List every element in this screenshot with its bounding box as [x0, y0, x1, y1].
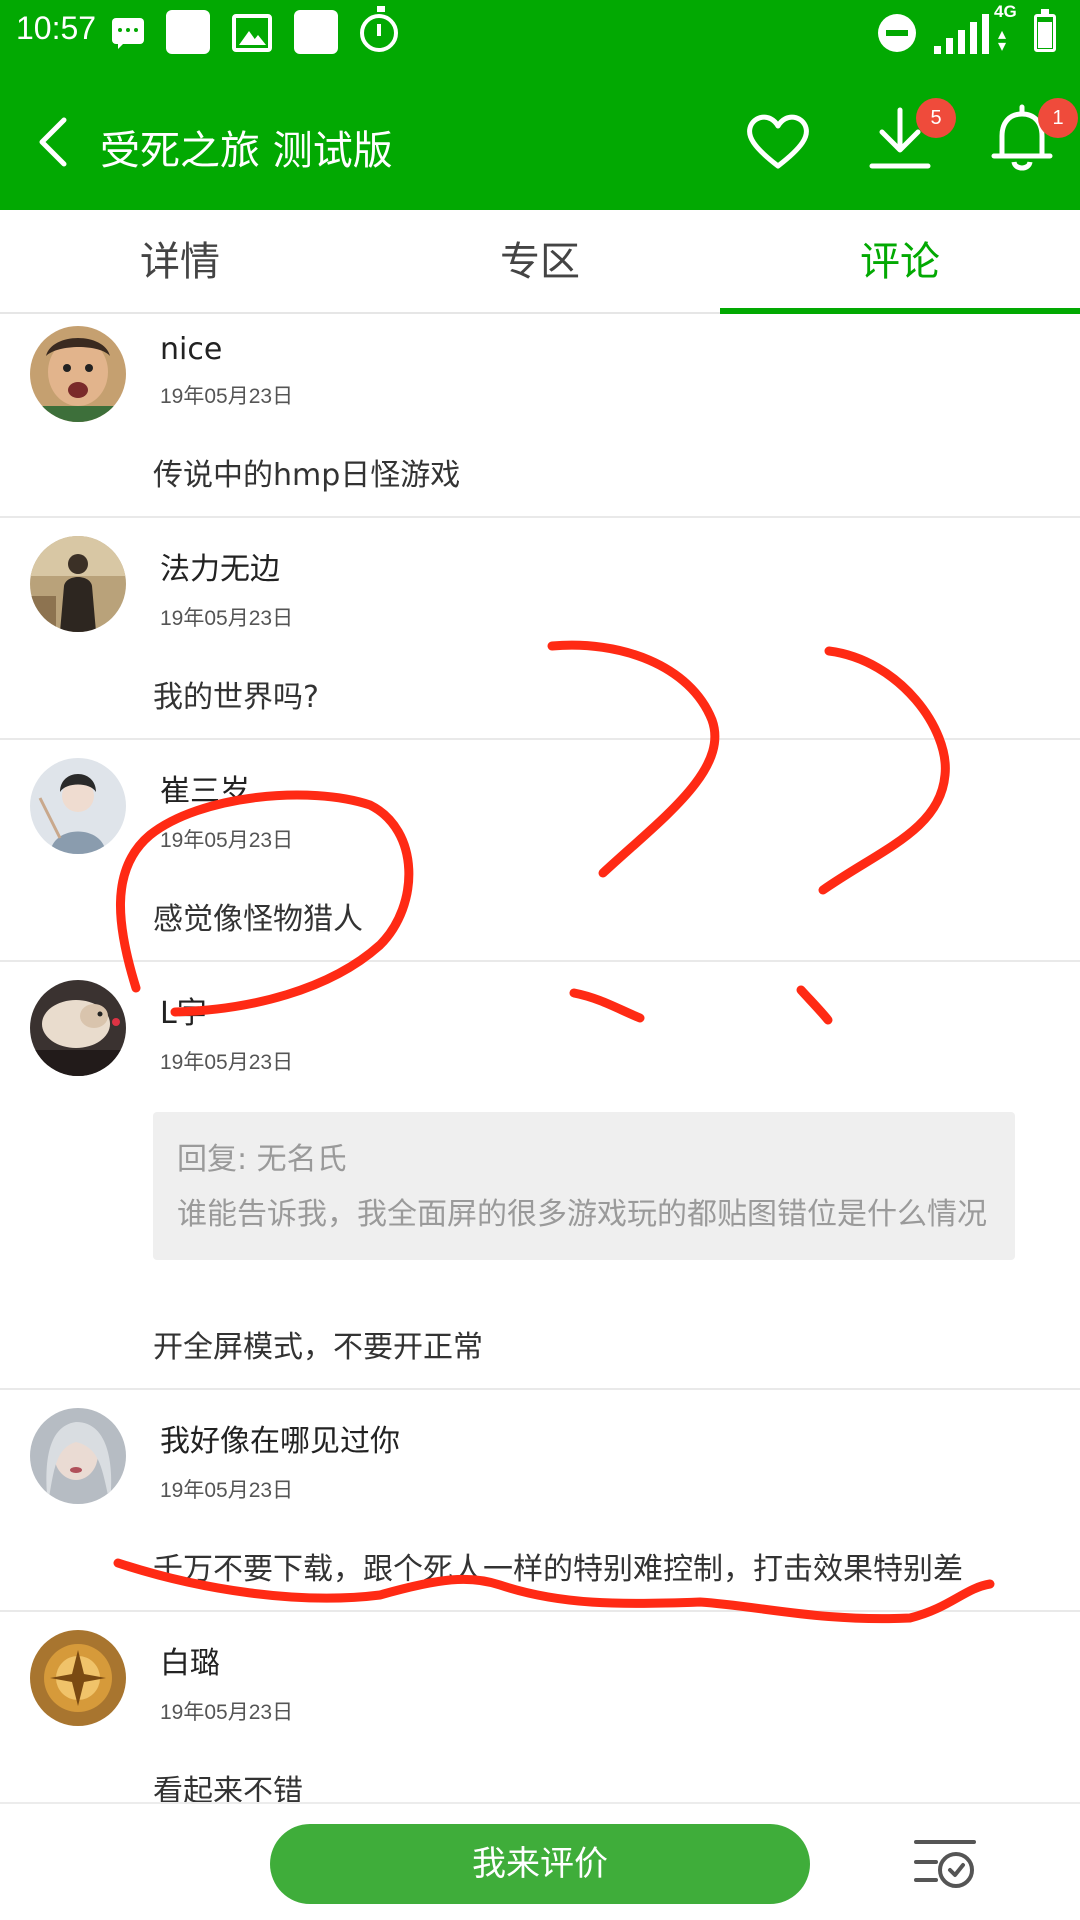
tab-comments[interactable]: 评论 [720, 210, 1080, 314]
avatar[interactable] [30, 1408, 126, 1504]
comment-item: nice 19年05月23日 传说中的hmp日怪游戏 [0, 316, 1080, 518]
tab-zone[interactable]: 专区 [360, 210, 720, 314]
avatar[interactable] [30, 758, 126, 854]
comment-text: 我的世界吗? [153, 680, 319, 715]
app-notification-icon [166, 10, 210, 54]
avatar[interactable] [30, 536, 126, 632]
comment-username[interactable]: 白璐 [160, 1638, 220, 1682]
avatar[interactable] [30, 1630, 126, 1726]
heart-icon [747, 114, 809, 169]
status-bar: 10:57 4G ▴ ▾ [0, 0, 1080, 68]
active-tab-indicator [720, 308, 1080, 314]
app-bar: 受死之旅 测试版 5 1 [0, 68, 1080, 210]
message-notification-icon [112, 18, 144, 49]
signal-strength-icon [934, 14, 994, 54]
comment-date: 19年05月23日 [160, 1479, 294, 1502]
chevron-left-icon [39, 117, 67, 167]
image-notification-icon [232, 14, 272, 52]
comment-text: 看起来不错 [153, 1774, 303, 1802]
reply-quote-text: 谁能告诉我，我全面屏的很多游戏玩的都贴图错位是什么情况 [177, 1197, 987, 1232]
comment-date: 19年05月23日 [160, 385, 294, 408]
reply-quote-author: 回复: 无名氏 [177, 1142, 347, 1177]
comment-username[interactable]: nice [160, 332, 222, 367]
write-review-button[interactable]: 我来评价 [270, 1824, 810, 1904]
comment-username[interactable]: 崔三岁 [160, 766, 250, 810]
history-button[interactable] [912, 1834, 978, 1892]
avatar[interactable] [30, 980, 126, 1076]
notification-count-badge: 1 [1038, 98, 1078, 138]
download-count-badge: 5 [916, 98, 956, 138]
comment-item: 我好像在哪见过你 19年05月23日 千万不要下载，跟个死人一样的特别难控制，打… [0, 1390, 1080, 1612]
comment-item: 崔三岁 19年05月23日 感觉像怪物猎人 [0, 740, 1080, 962]
comment-username[interactable]: L字 [160, 988, 207, 1032]
reply-quote: 回复: 无名氏 谁能告诉我，我全面屏的很多游戏玩的都贴图错位是什么情况 [153, 1112, 1015, 1260]
comment-item: L字 19年05月23日 回复: 无名氏 谁能告诉我，我全面屏的很多游戏玩的都贴… [0, 962, 1080, 1390]
page-title: 受死之旅 测试版 [100, 128, 393, 174]
tab-details[interactable]: 详情 [0, 210, 360, 314]
comment-username[interactable]: 我好像在哪见过你 [160, 1416, 400, 1460]
download-button[interactable]: 5 [866, 98, 956, 176]
status-time: 10:57 [16, 10, 97, 46]
comment-date: 19年05月23日 [160, 1051, 294, 1074]
history-list-icon [914, 1840, 976, 1888]
timer-icon [360, 6, 398, 52]
back-button[interactable] [30, 114, 80, 170]
network-type: 4G [994, 2, 1017, 21]
comment-date: 19年05月23日 [160, 829, 294, 852]
avatar[interactable] [30, 326, 126, 422]
favorite-button[interactable] [744, 110, 812, 172]
tab-bar: 详情 专区 评论 [0, 210, 1080, 314]
battery-icon [1034, 9, 1056, 52]
comment-item: 白璐 19年05月23日 看起来不错 [0, 1612, 1080, 1802]
app-notification-icon [294, 10, 338, 54]
do-not-disturb-icon [878, 14, 916, 52]
data-activity-icon: ▴ ▾ [998, 24, 1007, 55]
comment-text: 开全屏模式，不要开正常 [153, 1330, 483, 1365]
comment-item: 法力无边 19年05月23日 我的世界吗? [0, 518, 1080, 740]
comment-text: 传说中的hmp日怪游戏 [153, 458, 461, 493]
comment-date: 19年05月23日 [160, 1701, 294, 1724]
comment-list[interactable]: nice 19年05月23日 传说中的hmp日怪游戏 法力无边 19年05月23… [0, 316, 1080, 1802]
comment-text: 感觉像怪物猎人 [153, 902, 363, 937]
comment-date: 19年05月23日 [160, 607, 294, 630]
bottom-bar: 我来评价 [0, 1802, 1080, 1920]
notifications-button[interactable]: 1 [988, 98, 1078, 176]
comment-text: 千万不要下载，跟个死人一样的特别难控制，打击效果特别差 [153, 1552, 963, 1587]
comment-username[interactable]: 法力无边 [160, 544, 280, 588]
